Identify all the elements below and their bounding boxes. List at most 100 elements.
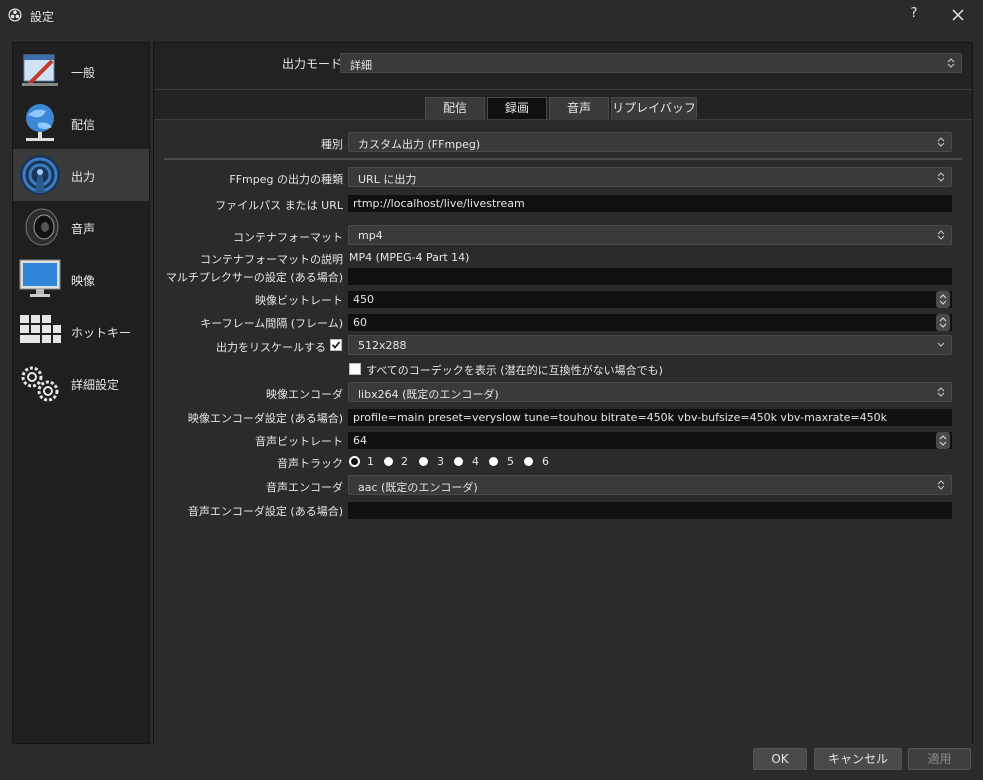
cancel-button[interactable]: キャンセル <box>814 748 902 770</box>
chevron-down-icon <box>937 342 945 347</box>
file-path-label: ファイルパス または URL <box>215 199 343 212</box>
rescale-output-checkbox[interactable] <box>330 339 342 351</box>
sidebar-item-label: 映像 <box>71 274 96 288</box>
container-format-value: mp4 <box>358 229 383 242</box>
sidebar-item-label: ホットキー <box>71 326 132 340</box>
keyboard-icon <box>20 315 61 343</box>
show-all-codecs-label: すべてのコーデックを表示 (潜在的に互換性がない場合でも) <box>366 364 663 377</box>
audio-track-radio-2[interactable] <box>384 457 393 466</box>
general-icon <box>22 54 58 87</box>
sidebar-item-hotkeys[interactable]: ホットキー <box>13 305 149 357</box>
video-bitrate-spinbox[interactable]: 450 <box>348 291 952 308</box>
video-bitrate-label: 映像ビットレート <box>255 294 343 307</box>
sidebar-item-label: 音声 <box>71 222 96 236</box>
speaker-icon <box>25 208 59 246</box>
globe-network-icon <box>26 104 54 141</box>
sidebar-item-stream[interactable]: 配信 <box>13 97 149 149</box>
tab-stream[interactable]: 配信 <box>425 97 485 119</box>
rescale-resolution-value: 512x288 <box>358 339 407 352</box>
stepper-arrows-icon[interactable] <box>936 314 950 331</box>
type-select[interactable]: カスタム出力 (FFmpeg) <box>348 132 952 152</box>
video-encoder-value: libx264 (既定のエンコーダ) <box>358 388 499 401</box>
audio-bitrate-spinbox[interactable]: 64 <box>348 432 952 449</box>
keyframe-interval-value: 60 <box>353 316 367 329</box>
audio-bitrate-label: 音声ビットレート <box>255 435 343 448</box>
audio-track-radio-label: 6 <box>542 455 549 468</box>
tab-recording[interactable]: 録画 <box>487 97 547 119</box>
divider <box>154 89 972 90</box>
stepper-arrows-icon[interactable] <box>936 291 950 308</box>
output-mode-row: 出力モード 詳細 <box>154 43 972 89</box>
tab-replay-buffer[interactable]: リプレイバッファー <box>611 97 697 136</box>
output-mode-value: 詳細 <box>350 59 372 72</box>
audio-encoder-value: aac (既定のエンコーダ) <box>358 481 478 494</box>
ffmpeg-output-type-select[interactable]: URL に出力 <box>348 167 952 187</box>
audio-track-radio-4[interactable] <box>454 457 463 466</box>
divider <box>164 158 962 160</box>
video-encoder-select[interactable]: libx264 (既定のエンコーダ) <box>348 382 952 402</box>
apply-button[interactable]: 適用 <box>908 748 971 770</box>
window-title: 設定 <box>30 10 55 24</box>
updown-arrows-icon <box>937 137 945 147</box>
video-encoder-label: 映像エンコーダ <box>266 388 343 401</box>
container-description-value: MP4 (MPEG-4 Part 14) <box>349 251 470 264</box>
audio-track-radio-label: 3 <box>437 455 444 468</box>
sidebar-item-output[interactable]: 出力 <box>13 149 149 201</box>
video-encoder-settings-input[interactable]: profile=main preset=veryslow tune=touhou… <box>348 409 952 426</box>
container-format-select[interactable]: mp4 <box>348 225 952 245</box>
keyframe-interval-label: キーフレーム間隔 (フレーム) <box>200 317 343 330</box>
audio-track-radio-5[interactable] <box>489 457 498 466</box>
keyframe-interval-spinbox[interactable]: 60 <box>348 314 952 331</box>
rescale-resolution-select[interactable]: 512x288 <box>348 335 952 355</box>
audio-track-radio-label: 1 <box>367 455 374 468</box>
video-encoder-settings-value: profile=main preset=veryslow tune=touhou… <box>353 411 887 424</box>
video-encoder-settings-label: 映像エンコーダ設定 (ある場合) <box>187 412 343 425</box>
sidebar-item-video[interactable]: 映像 <box>13 253 149 305</box>
ffmpeg-output-type-label: FFmpeg の出力の種類 <box>229 173 343 186</box>
output-mode-label: 出力モード <box>281 57 342 71</box>
updown-arrows-icon <box>947 58 955 68</box>
audio-track-radio-label: 2 <box>401 455 408 468</box>
rescale-output-label: 出力をリスケールする <box>216 341 326 354</box>
audio-encoder-settings-label: 音声エンコーダ設定 (ある場合) <box>187 505 343 518</box>
settings-sidebar: 一般 配信 出力 音声 映像 ホットキー 詳細設定 <box>12 42 150 744</box>
recording-tab-content: 種別 カスタム出力 (FFmpeg) FFmpeg の出力の種類 URL に出力… <box>154 119 972 744</box>
sidebar-item-general[interactable]: 一般 <box>13 45 149 97</box>
stepper-arrows-icon[interactable] <box>936 432 950 449</box>
audio-bitrate-value: 64 <box>353 434 367 447</box>
show-all-codecs-checkbox[interactable] <box>349 363 361 375</box>
audio-track-radio-3[interactable] <box>419 457 428 466</box>
ok-button[interactable]: OK <box>753 748 807 770</box>
updown-arrows-icon <box>937 480 945 490</box>
obs-logo-icon <box>8 8 22 22</box>
audio-track-radio-6[interactable] <box>524 457 533 466</box>
tab-audio[interactable]: 音声 <box>549 97 609 119</box>
close-icon[interactable] <box>948 5 968 25</box>
audio-encoder-settings-input[interactable] <box>348 502 952 519</box>
output-mode-select[interactable]: 詳細 <box>340 53 962 73</box>
monitor-icon <box>19 259 61 297</box>
video-bitrate-value: 450 <box>353 293 374 306</box>
audio-encoder-select[interactable]: aac (既定のエンコーダ) <box>348 475 952 495</box>
muxer-settings-label: マルチプレクサーの設定 (ある場合) <box>165 271 343 284</box>
sidebar-item-advanced[interactable]: 詳細設定 <box>13 357 149 409</box>
help-button[interactable]: ? <box>905 6 923 24</box>
updown-arrows-icon <box>937 387 945 397</box>
broadcast-antenna-icon <box>20 155 60 195</box>
updown-arrows-icon <box>937 230 945 240</box>
sidebar-item-audio[interactable]: 音声 <box>13 201 149 253</box>
audio-track-label: 音声トラック <box>277 457 343 470</box>
sidebar-item-label: 一般 <box>71 66 96 80</box>
muxer-settings-input[interactable] <box>348 268 952 285</box>
audio-track-radio-label: 5 <box>507 455 514 468</box>
file-path-input[interactable]: rtmp://localhost/live/livestream <box>348 195 952 212</box>
gears-icon <box>21 366 59 402</box>
audio-track-radio-label: 4 <box>472 455 479 468</box>
type-value: カスタム出力 (FFmpeg) <box>358 138 481 151</box>
container-description-label: コンテナフォーマットの説明 <box>200 253 343 266</box>
audio-track-radio-1[interactable] <box>349 456 360 467</box>
sidebar-item-label: 出力 <box>71 170 96 184</box>
container-format-label: コンテナフォーマット <box>233 231 343 244</box>
title-bar: 設定 ? <box>0 0 983 30</box>
type-label: 種別 <box>321 138 343 151</box>
